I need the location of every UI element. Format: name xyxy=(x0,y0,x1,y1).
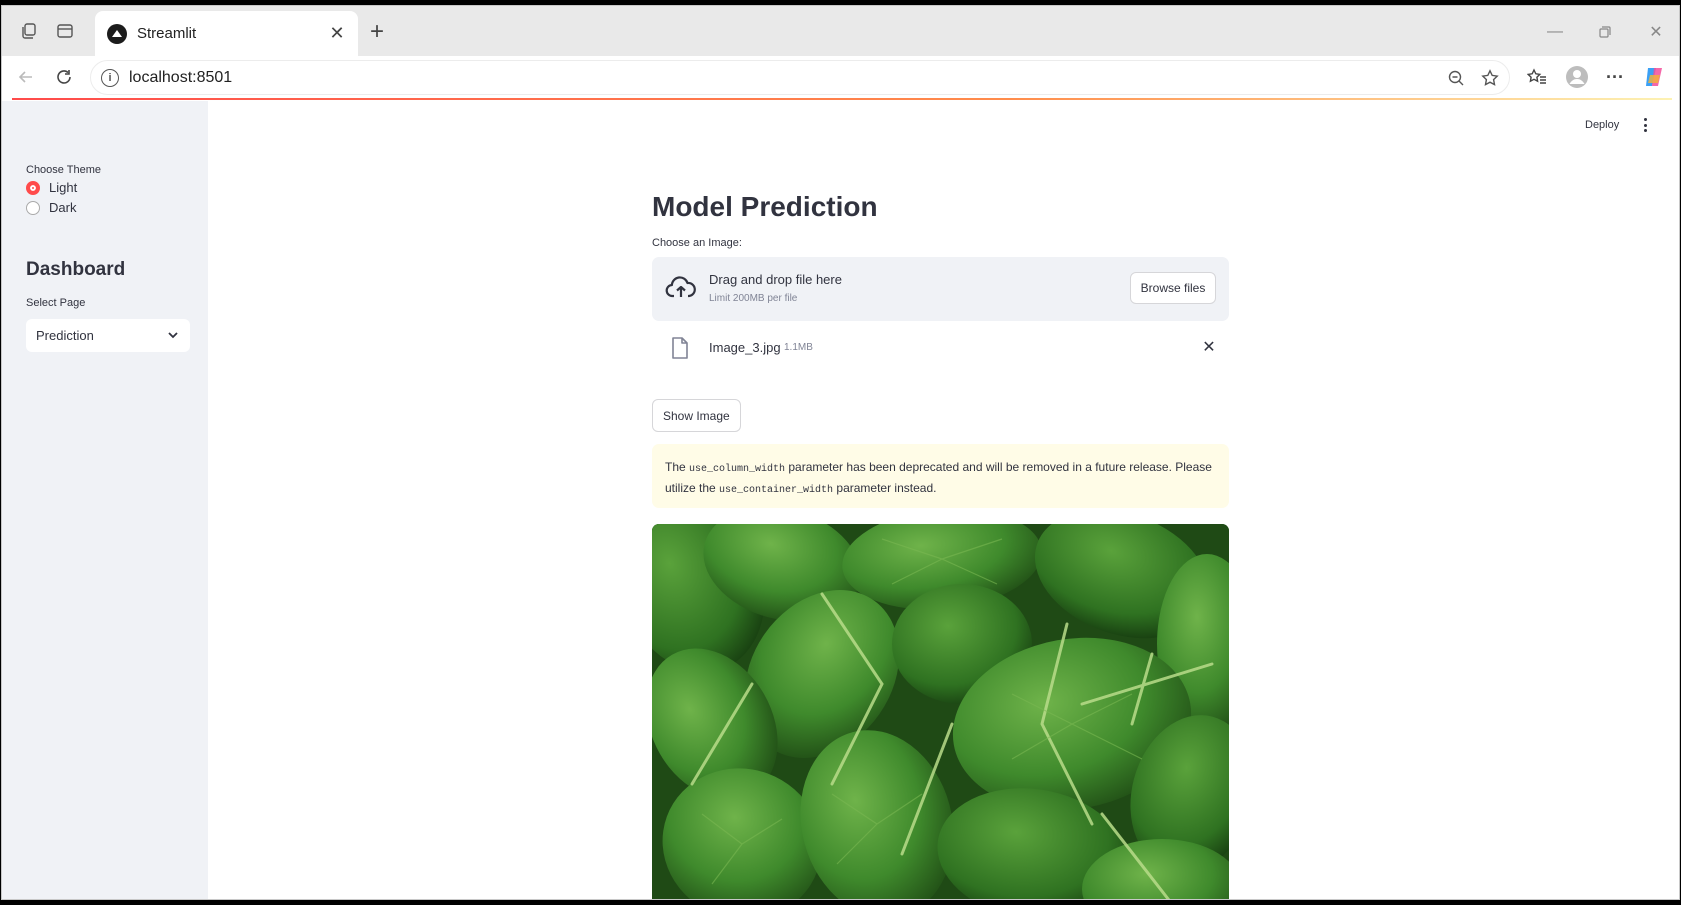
spinach-leaves-image xyxy=(652,524,1229,899)
vertical-tabs-icon[interactable] xyxy=(51,17,79,45)
theme-option-light[interactable]: Light xyxy=(26,180,77,195)
deploy-button[interactable]: Deploy xyxy=(1585,119,1619,131)
warning-code: use_container_width xyxy=(719,485,834,496)
browser-window: Streamlit ✕ + — ✕ i localhost:8501 ··· C… xyxy=(1,5,1680,900)
page-select-value: Prediction xyxy=(36,328,94,343)
deprecation-warning: The use_column_width parameter has been … xyxy=(652,444,1229,508)
cloud-upload-icon xyxy=(665,276,696,298)
uploaded-file-row: Image_3.jpg 1.1MB ✕ xyxy=(652,333,1229,363)
show-image-button[interactable]: Show Image xyxy=(652,399,741,432)
tab-bar: Streamlit ✕ + — ✕ xyxy=(2,6,1679,56)
remove-file-icon[interactable]: ✕ xyxy=(1201,339,1217,356)
radio-selected-icon xyxy=(26,180,40,195)
tab-streamlit[interactable]: Streamlit ✕ xyxy=(95,11,358,56)
warning-code: use_column_width xyxy=(689,464,786,475)
file-icon xyxy=(672,337,688,359)
warning-text: The xyxy=(665,460,690,474)
warning-text: parameter instead. xyxy=(833,481,937,495)
sidebar-title: Dashboard xyxy=(26,259,126,280)
favorite-star-icon[interactable] xyxy=(1477,65,1503,91)
file-name: Image_3.jpg xyxy=(709,340,781,355)
radio-unselected-icon xyxy=(26,200,40,215)
close-window-icon[interactable]: ✕ xyxy=(1643,19,1669,45)
tab-title: Streamlit xyxy=(137,25,197,42)
refresh-icon[interactable] xyxy=(50,63,78,91)
minimize-icon[interactable]: — xyxy=(1542,19,1568,45)
upload-label: Choose an Image: xyxy=(652,237,742,249)
file-size: 1.1MB xyxy=(784,342,813,353)
workspaces-icon[interactable] xyxy=(15,17,43,45)
loading-progress-bar xyxy=(12,98,1672,100)
address-bar[interactable]: i localhost:8501 xyxy=(90,60,1510,95)
streamlit-favicon-icon xyxy=(107,23,127,44)
page-select[interactable]: Prediction xyxy=(26,319,190,352)
theme-option-dark[interactable]: Dark xyxy=(26,200,76,215)
theme-label: Choose Theme xyxy=(26,164,102,176)
back-icon[interactable] xyxy=(12,63,40,91)
url-text: localhost:8501 xyxy=(129,68,233,86)
copilot-icon[interactable] xyxy=(1640,63,1668,91)
dropzone-limit: Limit 200MB per file xyxy=(709,293,798,304)
page-select-label: Select Page xyxy=(26,297,86,309)
restore-icon[interactable] xyxy=(1592,19,1618,45)
zoom-out-icon[interactable] xyxy=(1443,65,1469,91)
page-title: Model Prediction xyxy=(652,191,878,222)
favorites-list-icon[interactable] xyxy=(1523,63,1551,91)
sidebar: Choose Theme Light Dark Dashboard Select… xyxy=(2,101,208,899)
profile-avatar-icon[interactable] xyxy=(1563,63,1591,91)
site-info-icon[interactable]: i xyxy=(101,68,119,87)
browse-files-button[interactable]: Browse files xyxy=(1130,272,1216,304)
navigation-bar: i localhost:8501 ··· xyxy=(2,56,1679,98)
file-dropzone[interactable]: Drag and drop file here Limit 200MB per … xyxy=(652,257,1229,321)
new-tab-icon[interactable]: + xyxy=(364,18,390,45)
chevron-down-icon xyxy=(168,332,178,339)
theme-option-label: Light xyxy=(49,180,78,195)
theme-option-label: Dark xyxy=(49,200,77,215)
main-menu-icon[interactable] xyxy=(1639,116,1651,134)
main-content: Model Prediction Choose an Image: Drag a… xyxy=(652,191,1229,899)
dropzone-instructions: Drag and drop file here xyxy=(709,272,842,287)
close-tab-icon[interactable]: ✕ xyxy=(326,23,348,45)
more-options-icon[interactable]: ··· xyxy=(1601,63,1629,91)
